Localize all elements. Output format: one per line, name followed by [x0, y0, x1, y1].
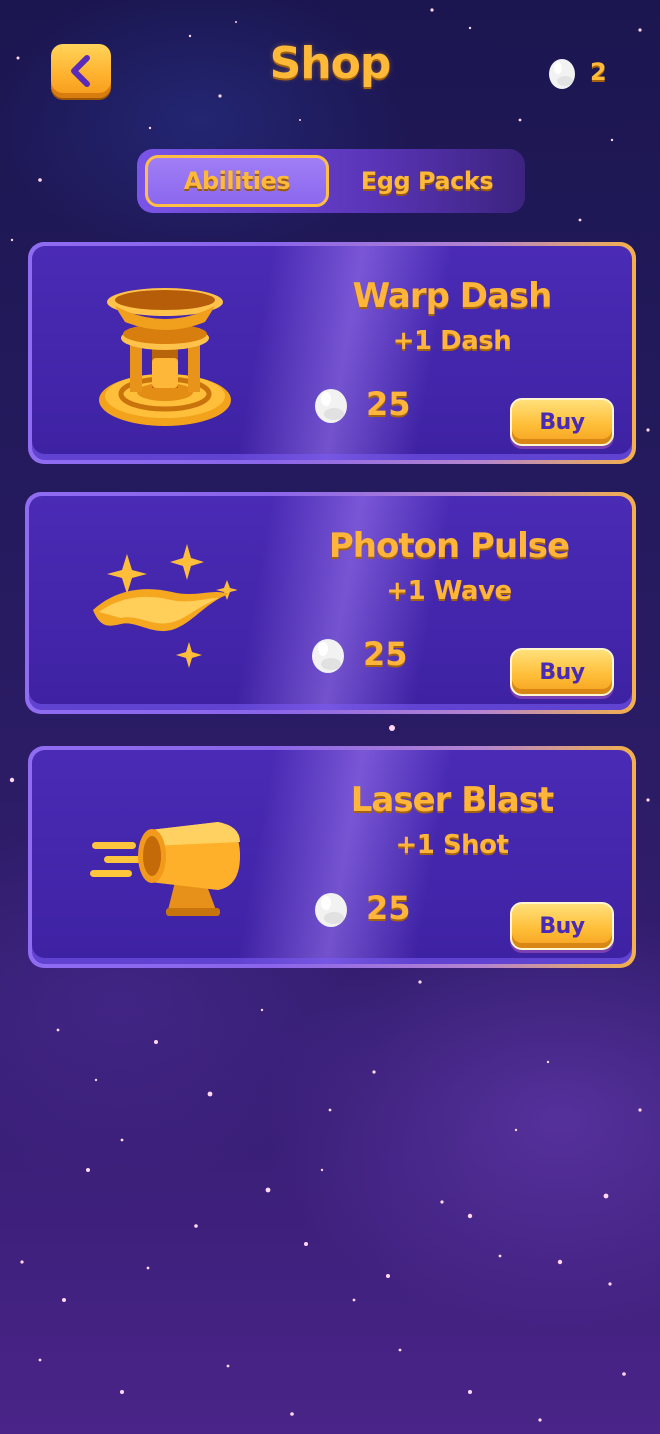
tab-egg-packs[interactable]: Egg Packs — [337, 155, 517, 207]
starfield-background — [9, 8, 650, 1422]
shop-item-card: Laser Blast +1 Shot 25 Buy — [28, 746, 636, 968]
price-value: 25 — [363, 635, 408, 673]
egg-icon — [315, 893, 347, 927]
item-effect: +1 Shot — [395, 830, 509, 860]
item-effect: +1 Dash — [392, 326, 512, 356]
shop-tabs: Abilities Egg Packs — [137, 149, 525, 213]
warp-pad-icon — [99, 288, 231, 426]
buy-button[interactable]: Buy — [510, 648, 614, 696]
shop-item-card: Warp Dash +1 Dash 25 Buy — [28, 242, 636, 464]
egg-icon — [312, 639, 344, 673]
item-price: 25 — [314, 384, 411, 424]
item-name: Warp Dash — [352, 276, 553, 316]
item-effect: +1 Wave — [386, 576, 512, 606]
egg-balance: 2 — [548, 52, 607, 92]
price-value: 25 — [366, 385, 411, 423]
sparkle-wave-icon — [93, 544, 237, 668]
shop-item-card: Photon Pulse +1 Wave 25 Buy — [25, 492, 636, 714]
laser-gun-icon — [90, 822, 240, 916]
item-name: Laser Blast — [350, 780, 555, 820]
item-price: 25 — [314, 888, 411, 928]
buy-button[interactable]: Buy — [510, 398, 614, 446]
price-value: 25 — [366, 889, 411, 927]
egg-count: 2 — [590, 58, 607, 86]
item-price: 25 — [311, 634, 408, 674]
buy-button[interactable]: Buy — [510, 902, 614, 950]
tab-abilities[interactable]: Abilities — [145, 155, 329, 207]
egg-icon — [315, 389, 347, 423]
item-name: Photon Pulse — [328, 526, 570, 566]
egg-icon — [549, 59, 575, 89]
